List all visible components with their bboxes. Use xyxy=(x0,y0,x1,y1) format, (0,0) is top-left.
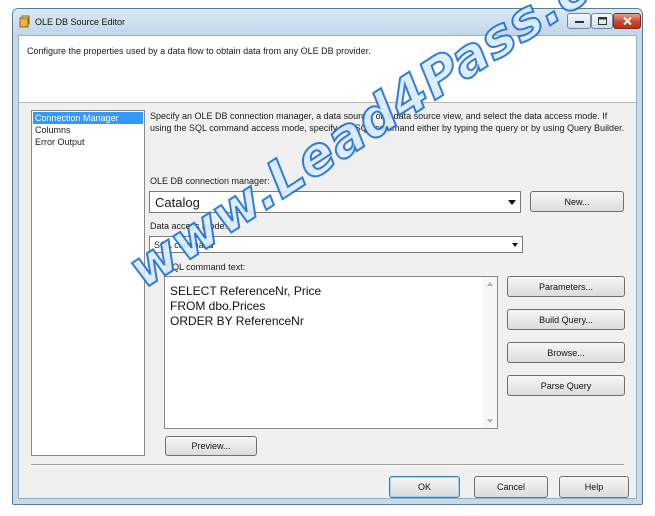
new-connection-button[interactable]: New... xyxy=(530,191,624,212)
access-mode-combo[interactable]: SQL command xyxy=(149,236,523,253)
maximize-button[interactable] xyxy=(591,13,613,29)
dialog-header: Configure the properties used by a data … xyxy=(19,36,636,103)
ole-db-source-editor-window: OLE DB Source Editor Configure the prope… xyxy=(12,8,643,505)
nav-item-columns[interactable]: Columns xyxy=(32,124,144,136)
chevron-down-icon xyxy=(508,200,516,205)
instructions-text: Specify an OLE DB connection manager, a … xyxy=(150,111,625,133)
sql-line: ORDER BY ReferenceNr xyxy=(170,314,304,328)
header-description: Configure the properties used by a data … xyxy=(27,46,371,56)
chevron-down-icon xyxy=(512,243,518,247)
help-button[interactable]: Help xyxy=(559,476,629,498)
preview-button[interactable]: Preview... xyxy=(165,436,257,456)
connection-manager-label: OLE DB connection manager: xyxy=(150,176,270,186)
browse-button[interactable]: Browse... xyxy=(507,342,625,363)
close-button[interactable] xyxy=(613,13,641,29)
title-bar[interactable]: OLE DB Source Editor xyxy=(13,9,642,35)
sql-command-text: SELECT ReferenceNr, Price FROM dbo.Price… xyxy=(170,284,321,329)
sql-vertical-scrollbar[interactable] xyxy=(483,277,497,428)
sql-command-label: SQL command text: xyxy=(166,262,246,272)
build-query-button[interactable]: Build Query... xyxy=(507,309,625,330)
dialog-client-area: Configure the properties used by a data … xyxy=(18,35,637,499)
footer-divider xyxy=(31,464,624,466)
package-app-icon xyxy=(19,15,30,28)
cancel-button[interactable]: Cancel xyxy=(474,476,548,498)
connection-manager-value: Catalog xyxy=(155,195,200,210)
sql-line: SELECT ReferenceNr, Price xyxy=(170,284,322,298)
parameters-button[interactable]: Parameters... xyxy=(507,276,625,297)
sql-line: FROM dbo.Prices xyxy=(170,299,266,313)
scroll-down-icon[interactable] xyxy=(487,419,493,423)
minimize-icon xyxy=(574,21,584,23)
ok-button[interactable]: OK xyxy=(389,476,460,498)
nav-item-error-output[interactable]: Error Output xyxy=(32,136,144,148)
close-icon xyxy=(622,17,632,25)
window-title: OLE DB Source Editor xyxy=(35,17,126,27)
scroll-up-icon[interactable] xyxy=(487,282,493,286)
connection-manager-combo[interactable]: Catalog xyxy=(149,191,521,213)
page-navigation-list: Connection Manager Columns Error Output xyxy=(31,110,145,456)
sql-command-textarea[interactable]: SELECT ReferenceNr, Price FROM dbo.Price… xyxy=(164,276,498,429)
nav-item-connection-manager[interactable]: Connection Manager xyxy=(33,112,143,124)
parse-query-button[interactable]: Parse Query xyxy=(507,375,625,396)
access-mode-label: Data access mode: xyxy=(150,221,228,231)
minimize-button[interactable] xyxy=(567,13,591,29)
maximize-icon xyxy=(597,17,607,25)
access-mode-value: SQL command xyxy=(154,240,214,250)
